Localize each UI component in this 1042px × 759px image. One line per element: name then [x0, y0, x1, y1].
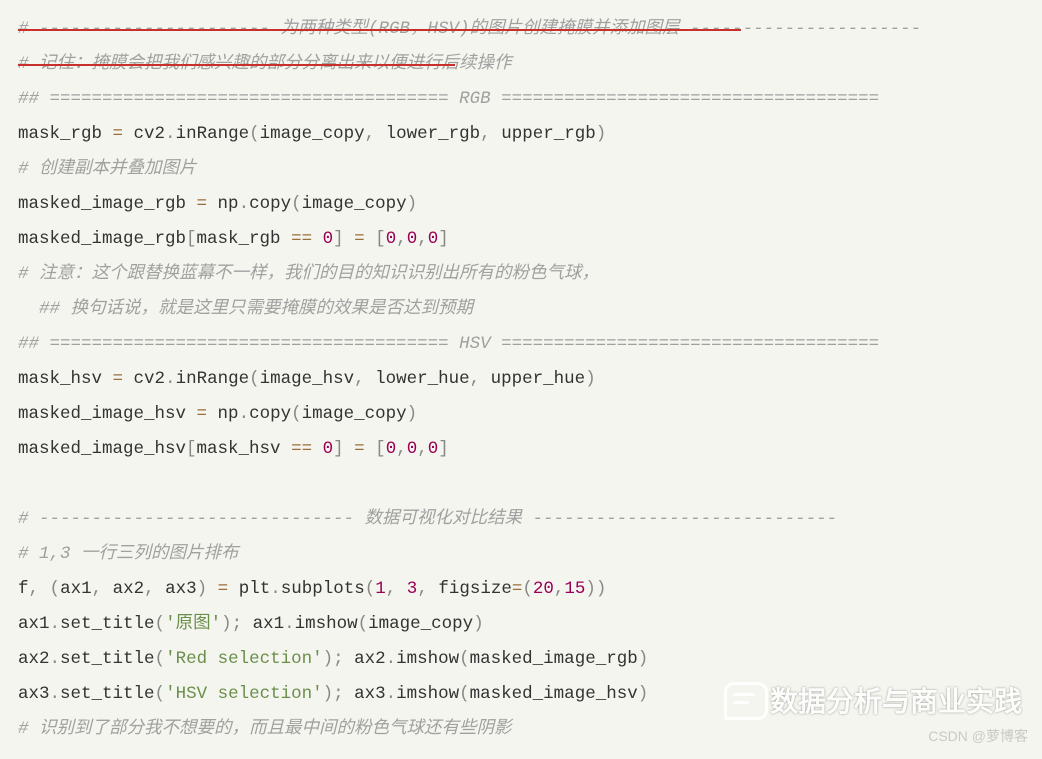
code-line: ax3.set_title('HSV selection'); ax3.imsh… [18, 684, 648, 704]
code-line: mask_hsv = cv2.inRange(image_hsv, lower_… [18, 369, 596, 389]
comment-line: # 1,3 一行三列的图片排布 [18, 544, 239, 564]
watermark-text-main: 数据分析与商业实践 [770, 680, 1022, 720]
comment-line: # ------------------------------ 数据可视化对比… [18, 509, 837, 529]
code-line: ax2.set_title('Red selection'); ax2.imsh… [18, 649, 648, 669]
watermark-csdn: CSDN @萝博客 [928, 726, 1028, 746]
comment-line: # 创建副本并叠加图片 [18, 159, 197, 179]
code-line: mask_rgb = cv2.inRange(image_copy, lower… [18, 124, 606, 144]
code-block: # ---------------------- 为两种类型(RGB，HSV)的… [0, 0, 1042, 759]
chat-bubble-icon [724, 682, 768, 720]
comment-line: ## =====================================… [18, 89, 879, 109]
code-line: masked_image_hsv[mask_hsv == 0] = [0,0,0… [18, 439, 449, 459]
code-line: masked_image_rgb = np.copy(image_copy) [18, 194, 417, 214]
comment-line: # 识别到了部分我不想要的，而且最中间的粉色气球还有些阴影 [18, 719, 512, 739]
comment-line: # 注意：这个跟替换蓝幕不一样，我们的目的知识识别出所有的粉色气球， [18, 264, 599, 284]
comment-line: ## =====================================… [18, 334, 879, 354]
code-line: f, (ax1, ax2, ax3) = plt.subplots(1, 3, … [18, 579, 606, 599]
code-line: masked_image_hsv = np.copy(image_copy) [18, 404, 417, 424]
code-line: masked_image_rgb[mask_rgb == 0] = [0,0,0… [18, 229, 449, 249]
code-line: ax1.set_title('原图'); ax1.imshow(image_co… [18, 614, 484, 634]
underline-1 [18, 29, 741, 31]
comment-line: ## 换句话说，就是这里只需要掩膜的效果是否达到预期 [18, 299, 473, 319]
underline-2 [18, 64, 455, 66]
